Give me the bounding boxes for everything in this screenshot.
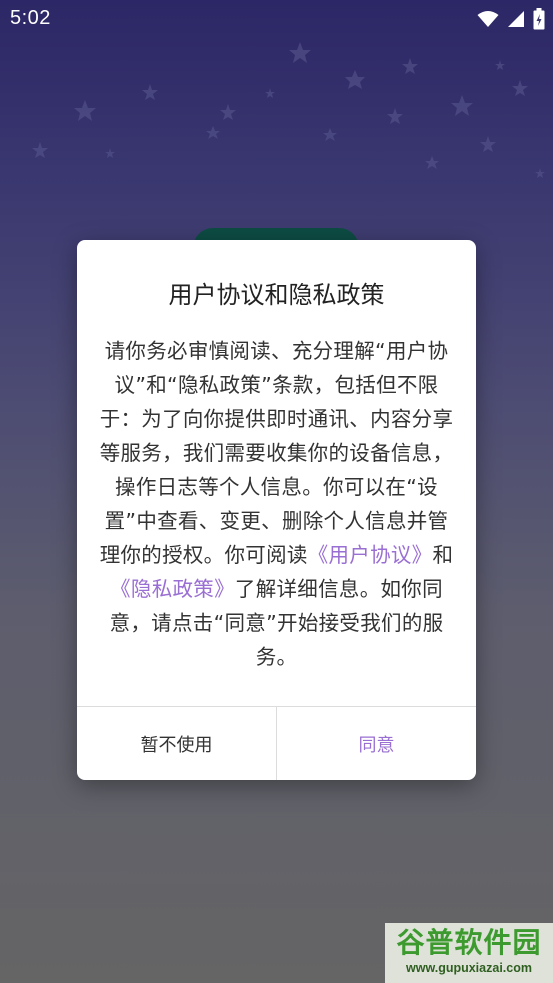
signal-icon	[507, 10, 525, 28]
watermark-brand: 谷普软件园	[396, 926, 542, 959]
status-bar: 5:02	[0, 0, 553, 40]
battery-icon	[533, 8, 545, 30]
user-agreement-link[interactable]: 《用户协议》	[308, 543, 433, 567]
dialog-title: 用户协议和隐私政策	[168, 281, 385, 309]
status-icons	[477, 8, 545, 30]
wifi-icon	[477, 10, 499, 28]
watermark-logo: 谷普软件园 www.gupuxiazai.com	[385, 923, 553, 983]
body-text-part1: 请你务必审慎阅读、充分理解“用户协议”和“隐私政策”条款，包括但不限于：为了向你…	[99, 339, 454, 567]
status-time: 5:02	[10, 7, 51, 29]
decline-button[interactable]: 暂不使用	[77, 707, 277, 780]
dialog-actions: 暂不使用 同意	[77, 706, 476, 780]
accept-button[interactable]: 同意	[277, 707, 476, 780]
privacy-policy-link[interactable]: 《隐私政策》	[110, 577, 235, 601]
watermark-url: www.gupuxiazai.com	[406, 961, 532, 975]
body-conjunction: 和	[432, 543, 454, 567]
dialog-body: 请你务必审慎阅读、充分理解“用户协议”和“隐私政策”条款，包括但不限于：为了向你…	[99, 334, 454, 674]
privacy-consent-dialog: 用户协议和隐私政策 请你务必审慎阅读、充分理解“用户协议”和“隐私政策”条款，包…	[77, 240, 476, 780]
